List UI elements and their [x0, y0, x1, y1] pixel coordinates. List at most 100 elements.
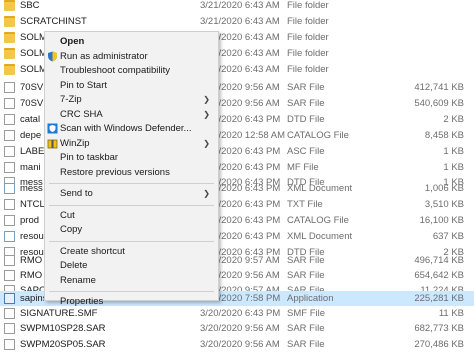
chevron-right-icon: ❯ — [203, 95, 210, 104]
chevron-right-icon: ❯ — [203, 138, 210, 148]
menu-7zip[interactable]: 7-Zip ❯ — [45, 93, 218, 107]
file-size: 682,773 KB — [414, 323, 464, 334]
file-size: 8,458 KB — [424, 130, 464, 141]
menu-item-label: Pin to taskbar — [60, 152, 119, 163]
menu-restore-previous-versions[interactable]: Restore previous versions — [45, 166, 218, 180]
file-row[interactable]: SWPM20SP05.SAR 3/20/2020 9:56 AM SAR File 2… — [0, 337, 474, 352]
xml-icon — [4, 183, 15, 194]
file-icon — [4, 162, 15, 173]
menu-properties[interactable]: Properties — [45, 295, 218, 309]
menu-item-label: Rename — [60, 274, 96, 286]
file-name: mess — [20, 183, 43, 194]
file-type: SAR File — [287, 339, 325, 350]
menu-separator — [49, 183, 214, 184]
menu-crc-sha[interactable]: CRC SHA ❯ — [45, 108, 218, 122]
file-name: LABE — [20, 146, 45, 157]
file-size: 11 KB — [438, 308, 464, 319]
file-size: 654,642 KB — [414, 270, 464, 281]
menu-item-label: Create shortcut — [60, 245, 125, 257]
file-type: File folder — [287, 48, 329, 59]
file-name: SWPM20SP05.SAR — [20, 339, 106, 350]
file-type: SAR File — [287, 270, 325, 281]
file-name: NTCL — [20, 199, 45, 210]
file-type: ASC File — [287, 146, 325, 157]
menu-send-to[interactable]: Send to ❯ — [45, 187, 218, 201]
folder-icon — [4, 48, 15, 59]
file-type: DTD File — [287, 114, 325, 125]
folder-icon — [4, 64, 15, 75]
menu-separator — [49, 204, 214, 206]
file-icon — [4, 323, 15, 334]
file-name: SBC — [20, 0, 40, 11]
file-row[interactable]: SWPM10SP28.SAR 3/20/2020 9:56 AM SAR File 6… — [0, 321, 474, 336]
menu-run-as-administrator[interactable]: Run as administrator — [45, 50, 218, 64]
menu-pin-to-start[interactable]: Pin to Start — [45, 79, 218, 93]
file-type: SAR File — [287, 323, 325, 334]
file-name: RMO — [20, 255, 43, 266]
file-name: resou — [20, 231, 44, 242]
file-date-modified: 3/21/2020 6:43 AM — [200, 16, 280, 27]
file-icon — [4, 308, 15, 319]
file-size: 1,006 KB — [424, 183, 464, 194]
file-size: 2 KB — [443, 114, 464, 125]
menu-troubleshoot-compatibility[interactable]: Troubleshoot compatibility — [45, 64, 218, 78]
menu-item-label: Send to — [60, 188, 93, 199]
context-menu: Open Run as administrator Troubleshoot com… — [44, 31, 219, 307]
menu-delete[interactable]: Delete — [45, 259, 218, 273]
file-name: RMO — [20, 270, 43, 281]
file-row[interactable]: SCRATCHINST 3/21/2020 6:43 AM File folder — [0, 14, 474, 29]
menu-create-shortcut[interactable]: Create shortcut — [45, 245, 218, 259]
file-type: CATALOG File — [287, 215, 349, 226]
file-size: 1 KB — [443, 146, 464, 157]
file-size: 270,486 KB — [414, 339, 464, 350]
file-type: TXT File — [287, 199, 323, 210]
file-size: 637 KB — [432, 231, 464, 242]
file-name: catal — [20, 114, 41, 125]
menu-item-label: Properties — [60, 296, 104, 307]
chevron-right-icon: ❯ — [203, 109, 210, 119]
file-type: Application — [287, 293, 334, 304]
folder-icon — [4, 16, 15, 27]
file-name: SCRATCHINST — [20, 16, 87, 27]
menu-open[interactable]: Open — [45, 35, 218, 49]
file-type: File folder — [287, 32, 329, 43]
menu-winzip[interactable]: WinZip ❯ — [45, 137, 218, 151]
menu-item-label: 7-Zip — [60, 94, 82, 105]
menu-scan-defender[interactable]: Scan with Windows Defender... — [45, 122, 218, 136]
menu-pin-to-taskbar[interactable]: Pin to taskbar — [45, 151, 218, 165]
file-name: SWPM10SP28.SAR — [20, 323, 106, 334]
menu-separator — [49, 240, 214, 242]
file-type: SAR File — [287, 98, 325, 109]
menu-cut[interactable]: Cut — [45, 209, 218, 223]
file-date-modified: 3/21/2020 6:43 AM — [200, 0, 280, 11]
file-size: 412,741 KB — [414, 82, 464, 93]
file-type: File folder — [287, 64, 329, 75]
file-icon — [4, 255, 15, 266]
menu-item-label: WinZip — [60, 137, 90, 149]
file-size: 1 KB — [443, 162, 464, 173]
menu-item-label: Scan with Windows Defender... — [60, 123, 192, 134]
file-name: 70SV — [20, 98, 44, 109]
menu-copy[interactable]: Copy — [45, 223, 218, 237]
file-size: 3,510 KB — [424, 199, 464, 210]
file-name: depe — [20, 130, 42, 141]
menu-item-label: Delete — [60, 260, 88, 271]
menu-item-label: Restore previous versions — [60, 166, 170, 178]
menu-item-label: Troubleshoot compatibility — [60, 65, 171, 76]
folder-icon — [4, 0, 15, 11]
file-date-modified: 3/20/2020 9:56 AM — [200, 323, 280, 334]
file-icon — [4, 339, 15, 350]
file-type: CATALOG File — [287, 130, 349, 141]
file-icon — [4, 270, 15, 281]
menu-rename[interactable]: Rename — [45, 274, 218, 288]
file-type: XML Document — [287, 183, 353, 194]
file-icon — [4, 146, 15, 157]
menu-item-label: Pin to Start — [60, 79, 107, 91]
file-type: SAR File — [287, 255, 325, 266]
menu-item-label: Copy — [60, 224, 83, 235]
file-row[interactable]: SBC 3/21/2020 6:43 AM File folder — [0, 0, 474, 13]
menu-separator — [49, 291, 214, 292]
app-icon — [4, 293, 15, 304]
file-size: 16,100 KB — [419, 215, 464, 226]
file-size: 225,281 KB — [414, 293, 464, 304]
